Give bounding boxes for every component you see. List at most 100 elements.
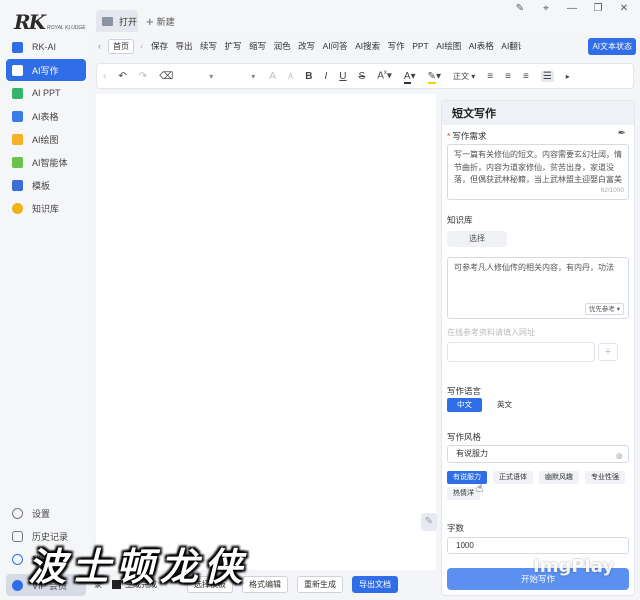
style-input[interactable]: 有说服力 ⊗ bbox=[447, 445, 629, 463]
window-controls: ✎ ⌖ — ❐ ✕ bbox=[514, 3, 630, 14]
sidebar-item-knowledge-base[interactable]: 知识库 bbox=[6, 197, 86, 219]
menu-save[interactable]: 保存 bbox=[151, 40, 168, 52]
requirement-label-text: 写作需求 bbox=[452, 131, 487, 141]
justify-icon[interactable]: ☰ bbox=[540, 70, 554, 82]
tab-open-label: 打开 bbox=[119, 16, 138, 27]
redo-icon[interactable]: ↷ bbox=[139, 71, 147, 82]
style-tag[interactable]: 专业性强 bbox=[585, 471, 625, 484]
maximize-icon[interactable]: ❐ bbox=[592, 3, 604, 14]
agent-icon bbox=[12, 156, 23, 168]
menu-ai-table[interactable]: AI表格 bbox=[469, 40, 494, 52]
requirement-text: 写一篇有关修仙的短文。内容需要玄幻壮阔，情节曲折，内容为道家修仙，贫苦出身，家道… bbox=[454, 150, 622, 184]
knowledge-text: 可参考凡人修仙传的相关内容，有内丹，功法 bbox=[454, 263, 614, 272]
pin-icon[interactable]: ⌖ bbox=[540, 3, 552, 14]
menu-ai-qa[interactable]: AI问答 bbox=[323, 40, 348, 52]
font-size-select[interactable]: ▾ bbox=[227, 72, 255, 81]
minimize-icon[interactable]: — bbox=[566, 3, 578, 14]
url-input[interactable] bbox=[447, 342, 595, 362]
menu-ai-search[interactable]: AI搜索 bbox=[355, 40, 380, 52]
document-editor[interactable] bbox=[96, 94, 436, 570]
sidebar-item-ai-ppt[interactable]: AI PPT bbox=[6, 82, 86, 104]
sidebar-item-label: 知识库 bbox=[32, 203, 60, 214]
toolbar-left-arrow-icon[interactable]: ‹ bbox=[103, 71, 106, 82]
regenerate-button[interactable]: 重新生成 bbox=[297, 575, 343, 593]
magic-wand-icon[interactable]: ✒ bbox=[618, 128, 626, 139]
pen-icon[interactable]: ✎ bbox=[421, 513, 437, 531]
knowledge-base-label: 知识库 bbox=[447, 215, 473, 225]
close-icon[interactable]: ✕ bbox=[618, 3, 630, 14]
video-caption: 波士顿龙侠 bbox=[28, 545, 249, 589]
sidebar-item-ai-writing[interactable]: AI写作 bbox=[6, 59, 86, 81]
settings-button[interactable]: 设置 bbox=[6, 502, 86, 524]
tab-new-label: 新建 bbox=[156, 17, 175, 27]
font-size-down-icon[interactable]: A bbox=[288, 72, 293, 81]
menu-rewrite[interactable]: 改写 bbox=[298, 40, 315, 52]
sidebar-item-label: 模板 bbox=[32, 180, 51, 191]
align-center-icon[interactable]: ≡ bbox=[505, 71, 511, 82]
edit-window-icon[interactable]: ✎ bbox=[514, 3, 526, 14]
knowledge-textarea[interactable]: 可参考凡人修仙传的相关内容，有内丹，功法 优先参考 ▾ bbox=[447, 257, 629, 319]
sidebar-nav: RK-AI AI写作 AI PPT AI表格 AI绘图 AI智能体 模板 知识库 bbox=[6, 36, 86, 220]
user-icon bbox=[12, 553, 23, 565]
style-tag[interactable]: 幽默风趣 bbox=[539, 471, 579, 484]
choose-knowledge-button[interactable]: 选择 bbox=[447, 231, 507, 247]
sidebar-item-templates[interactable]: 模板 bbox=[6, 174, 86, 196]
home-button[interactable]: 首页 bbox=[108, 38, 134, 54]
format-edit-button[interactable]: 格式编辑 bbox=[242, 575, 288, 593]
sidebar-item-label: AI表格 bbox=[32, 111, 59, 122]
tab-new[interactable]: + 新建 bbox=[146, 14, 175, 29]
sidebar-item-label: RK-AI bbox=[32, 42, 57, 52]
watermark: ImgPlay bbox=[533, 556, 615, 577]
menu-expand[interactable]: 扩写 bbox=[225, 40, 242, 52]
format-toolbar: ‹ ↶ ↷ ⌫ ▾ ▾ A A B I U S Ax▾ A▾ ✎▾ 正文 ▾ ≡… bbox=[96, 63, 634, 89]
tab-open[interactable]: 打开 bbox=[96, 10, 138, 32]
sidebar-item-label: AI PPT bbox=[32, 88, 61, 98]
eraser-icon[interactable]: ⌫ bbox=[159, 71, 173, 82]
paragraph-style-select[interactable]: 正文 ▾ bbox=[453, 71, 475, 82]
undo-icon[interactable]: ↶ bbox=[118, 71, 126, 82]
sidebar-item-rk-ai[interactable]: RK-AI bbox=[6, 36, 86, 58]
priority-select[interactable]: 优先参考 ▾ bbox=[584, 303, 624, 315]
highlight-icon[interactable]: ✎▾ bbox=[427, 70, 441, 84]
sidebar-item-ai-agent[interactable]: AI智能体 bbox=[6, 151, 86, 173]
style-label: 写作风格 bbox=[447, 432, 482, 442]
sidebar-item-label: AI写作 bbox=[32, 65, 59, 76]
sidebar-item-ai-table[interactable]: AI表格 bbox=[6, 105, 86, 127]
requirement-textarea[interactable]: 写一篇有关修仙的短文。内容需要玄幻壮阔，情节曲折，内容为道家修仙，贫苦出身，家道… bbox=[447, 144, 629, 200]
add-url-button[interactable]: + bbox=[598, 343, 618, 361]
export-document-button[interactable]: 导出文档 bbox=[352, 575, 398, 593]
app-logo: RK ROYAL KLUDGE bbox=[14, 8, 86, 34]
logo-subtitle: ROYAL KLUDGE bbox=[47, 25, 86, 31]
clear-icon[interactable]: ⊗ bbox=[615, 448, 623, 464]
font-color-glyph: A bbox=[403, 70, 411, 84]
bold-icon[interactable]: B bbox=[305, 71, 312, 82]
word-count-input[interactable]: 1000 bbox=[447, 537, 629, 554]
toolbar-more-icon[interactable]: ▸ bbox=[566, 72, 570, 81]
menu-ai-translate[interactable]: AI翻译 bbox=[501, 40, 521, 52]
sidebar-item-ai-drawing[interactable]: AI绘图 bbox=[6, 128, 86, 150]
menu-ppt[interactable]: PPT bbox=[412, 41, 429, 51]
menu-export[interactable]: 导出 bbox=[176, 40, 193, 52]
rk-ai-icon bbox=[12, 41, 23, 53]
lang-option-zh[interactable]: 中文 bbox=[447, 398, 482, 412]
align-right-icon[interactable]: ≡ bbox=[523, 71, 529, 82]
font-family-select[interactable]: ▾ bbox=[185, 72, 213, 81]
font-color-icon[interactable]: A▾ bbox=[403, 70, 416, 84]
font-case-icon[interactable]: Ax▾ bbox=[377, 70, 392, 81]
menu-writing[interactable]: 写作 bbox=[388, 40, 405, 52]
menu-polish[interactable]: 润色 bbox=[274, 40, 291, 52]
style-tag[interactable]: 正式语体 bbox=[493, 471, 533, 484]
ai-text-status-button[interactable]: AI文本状态 bbox=[588, 37, 636, 55]
font-size-up-icon[interactable]: A bbox=[269, 71, 276, 82]
word-count-label: 字数 bbox=[447, 523, 465, 533]
panel-title: 短文写作 bbox=[442, 101, 634, 125]
menu-continue[interactable]: 续写 bbox=[200, 40, 217, 52]
align-left-icon[interactable]: ≡ bbox=[487, 71, 493, 82]
chevron-left-icon[interactable]: ‹ bbox=[98, 41, 108, 51]
underline-icon[interactable]: U bbox=[339, 71, 346, 82]
lang-option-en[interactable]: 英文 bbox=[487, 398, 522, 412]
menu-shorten[interactable]: 缩写 bbox=[249, 40, 266, 52]
strikethrough-icon[interactable]: S bbox=[359, 71, 366, 82]
italic-icon[interactable]: I bbox=[325, 71, 328, 82]
menu-ai-drawing[interactable]: AI绘图 bbox=[436, 40, 461, 52]
